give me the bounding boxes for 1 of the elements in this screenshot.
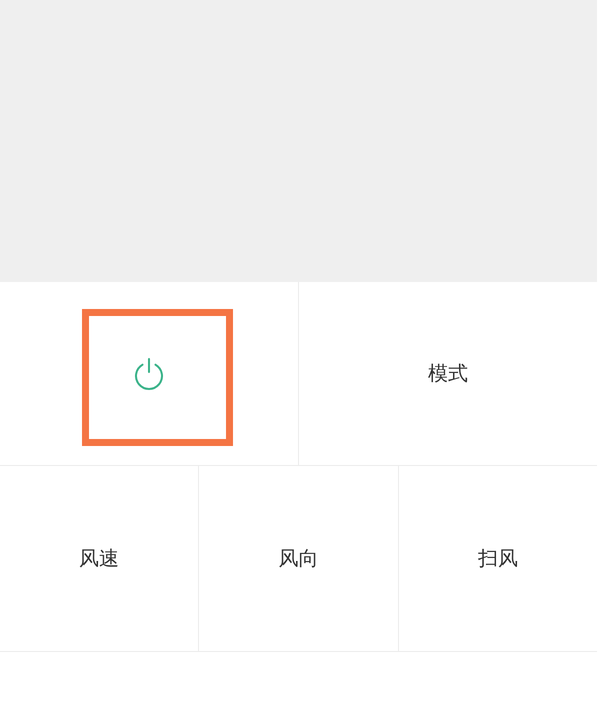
power-icon bbox=[134, 358, 164, 390]
